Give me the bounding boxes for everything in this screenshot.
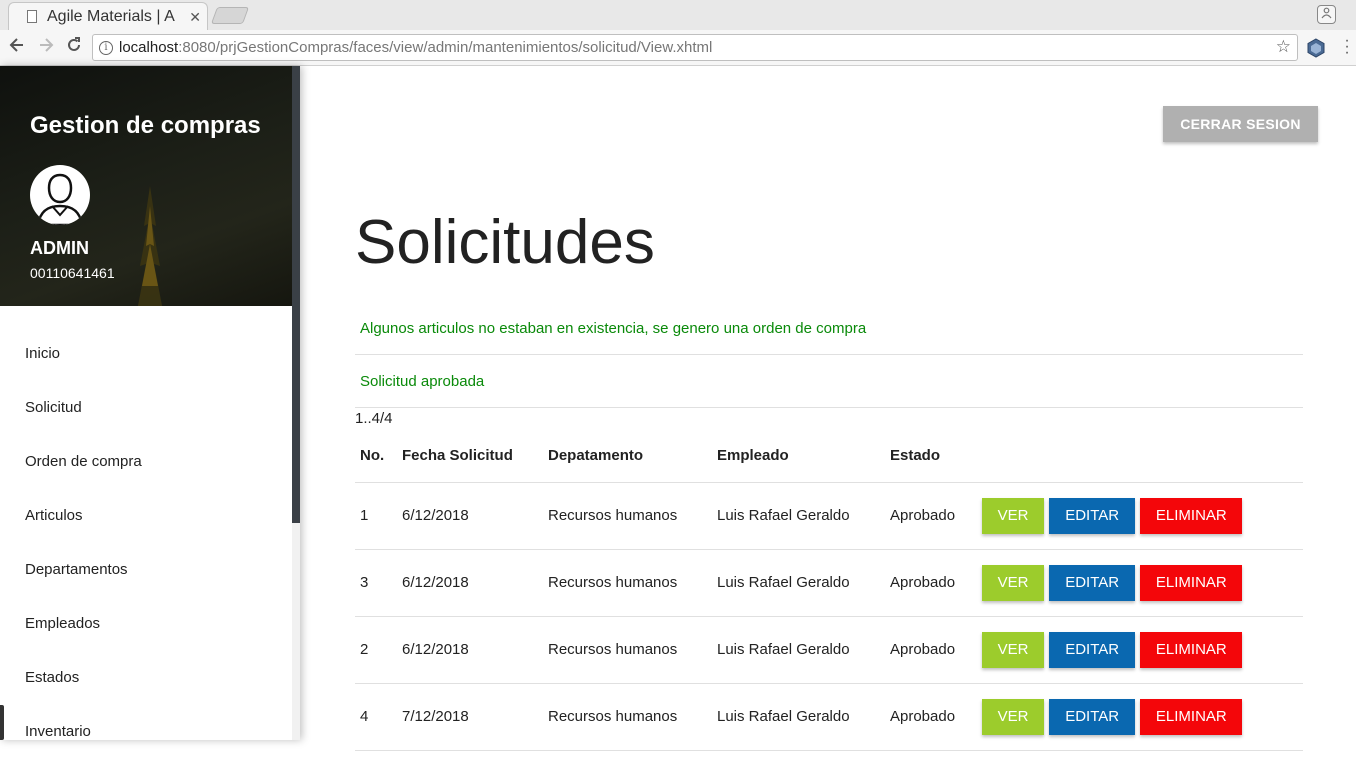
column-header-fecha: Fecha Solicitud [397, 429, 543, 483]
url-host: localhost [119, 39, 179, 56]
info-icon[interactable]: i [99, 40, 113, 55]
delete-button[interactable]: ELIMINAR [1140, 631, 1243, 668]
cell-actions: VER EDITAR ELIMINAR [977, 482, 1303, 550]
url-bar[interactable]: i localhost:8080/prjGestionCompras/faces… [92, 34, 1298, 61]
column-header-empleado: Empleado [712, 429, 885, 483]
cell-fecha: 6/12/2018 [397, 549, 543, 617]
view-button[interactable]: VER [982, 497, 1044, 534]
delete-button[interactable]: ELIMINAR [1140, 698, 1243, 735]
app-title: Gestion de compras [30, 112, 261, 139]
view-button[interactable]: VER [982, 631, 1044, 668]
delete-button[interactable]: ELIMINAR [1140, 497, 1243, 534]
cell-empleado: Luis Rafael Geraldo [712, 482, 885, 550]
sidebar-item-empleados[interactable]: Empleados [0, 596, 292, 650]
browser-menu-icon[interactable]: · · · [1342, 33, 1352, 61]
cell-actions: VER EDITAR ELIMINAR [977, 616, 1303, 684]
sidebar-edge-handle [0, 705, 4, 740]
cell-fecha: 6/12/2018 [397, 482, 543, 550]
new-tab-button[interactable] [210, 7, 250, 24]
user-id: 00110641461 [30, 265, 115, 281]
cell-fecha: 6/12/2018 [397, 616, 543, 684]
sidebar-item-articulos[interactable]: Articulos [0, 488, 292, 542]
reload-icon[interactable] [63, 36, 85, 58]
url-path: :8080/prjGestionCompras/faces/view/admin… [178, 39, 713, 56]
user-avatar-icon [36, 173, 84, 225]
edit-button[interactable]: EDITAR [1049, 497, 1136, 534]
solicitudes-table: No. Fecha Solicitud Depatamento Empleado… [355, 429, 1303, 751]
table-row: 3 6/12/2018 Recursos humanos Luis Rafael… [355, 549, 1303, 617]
user-name: ADMIN [30, 238, 89, 258]
document-icon [27, 10, 37, 23]
cell-estado: Aprobado [885, 482, 977, 550]
pagination-info: 1..4/4 [355, 410, 393, 427]
delete-button[interactable]: ELIMINAR [1140, 564, 1243, 601]
browser-tab-bar: Agile Materials | A ✕ [0, 0, 1356, 30]
column-header-estado: Estado [885, 429, 977, 483]
tree-background-image [137, 186, 163, 306]
view-button[interactable]: VER [982, 698, 1044, 735]
sidebar-item-inicio[interactable]: Inicio [0, 326, 292, 380]
edit-button[interactable]: EDITAR [1049, 698, 1136, 735]
cell-empleado: Luis Rafael Geraldo [712, 616, 885, 684]
sidebar-item-estados[interactable]: Estados [0, 650, 292, 704]
success-message: Solicitud aprobada [355, 355, 1303, 408]
cell-no: 3 [355, 549, 397, 617]
cell-departamento: Recursos humanos [543, 616, 712, 684]
sidebar-item-inventario[interactable]: Inventario [0, 704, 292, 758]
sidebar-menu: Inicio Solicitud Orden de compra Articul… [0, 326, 292, 758]
browser-tab[interactable]: Agile Materials | A ✕ [8, 2, 208, 30]
table-header-row: No. Fecha Solicitud Depatamento Empleado… [355, 429, 1303, 483]
cell-estado: Aprobado [885, 549, 977, 617]
edit-button[interactable]: EDITAR [1049, 564, 1136, 601]
column-header-actions [977, 429, 1303, 483]
sidebar-item-departamentos[interactable]: Departamentos [0, 542, 292, 596]
table-row: 2 6/12/2018 Recursos humanos Luis Rafael… [355, 616, 1303, 684]
avatar [30, 165, 90, 225]
close-icon[interactable]: ✕ [189, 9, 201, 26]
cell-no: 1 [355, 482, 397, 550]
bookmark-star-icon[interactable]: ☆ [1276, 37, 1291, 57]
cell-no: 2 [355, 616, 397, 684]
table-row: 1 6/12/2018 Recursos humanos Luis Rafael… [355, 482, 1303, 550]
sidebar-scroll-thumb[interactable] [292, 66, 300, 523]
edit-button[interactable]: EDITAR [1049, 631, 1136, 668]
extension-icon[interactable] [1307, 38, 1325, 58]
sidebar-item-orden-de-compra[interactable]: Orden de compra [0, 434, 292, 488]
sidebar-header: Gestion de compras ADMIN 00110641461 [0, 66, 292, 306]
info-message: Algunos articulos no estaban en existenc… [355, 302, 1303, 355]
cell-estado: Aprobado [885, 616, 977, 684]
sidebar-item-solicitud[interactable]: Solicitud [0, 380, 292, 434]
cell-departamento: Recursos humanos [543, 482, 712, 550]
cell-actions: VER EDITAR ELIMINAR [977, 549, 1303, 617]
column-header-departamento: Depatamento [543, 429, 712, 483]
cell-departamento: Recursos humanos [543, 549, 712, 617]
cell-empleado: Luis Rafael Geraldo [712, 549, 885, 617]
profile-icon[interactable] [1317, 5, 1336, 24]
back-icon[interactable] [6, 36, 28, 58]
forward-icon[interactable] [35, 36, 57, 58]
column-header-no: No. [355, 429, 397, 483]
tab-title: Agile Materials | A [47, 7, 175, 25]
logout-button[interactable]: CERRAR SESION [1163, 106, 1318, 142]
view-button[interactable]: VER [982, 564, 1044, 601]
address-toolbar: i localhost:8080/prjGestionCompras/faces… [0, 30, 1356, 66]
sidebar: Gestion de compras ADMIN 00110641461 Ini… [0, 66, 300, 740]
sidebar-scrollbar[interactable] [292, 66, 300, 740]
page-title: Solicitudes [355, 208, 655, 277]
